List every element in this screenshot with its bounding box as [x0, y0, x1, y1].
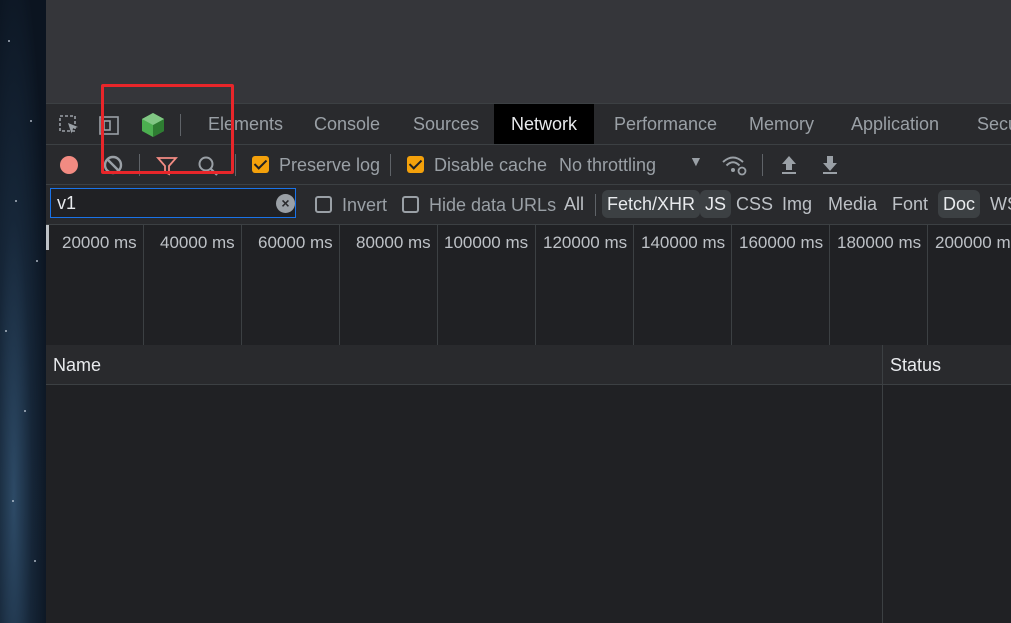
hide-data-urls-label: Hide data URLs — [429, 195, 557, 215]
toolbar-separator — [595, 194, 596, 216]
element-picker-icon[interactable] — [58, 114, 80, 136]
preserve-log-label: Preserve log — [279, 155, 381, 175]
timeline-tick — [437, 225, 438, 345]
timeline-tick — [143, 225, 144, 345]
type-filter-doc[interactable]: Doc — [938, 190, 981, 218]
tab-security[interactable]: Secu — [960, 104, 1011, 144]
toolbar-separator — [390, 154, 391, 176]
clear-filter-icon[interactable]: × — [276, 194, 295, 213]
hide-data-urls-checkbox[interactable] — [402, 196, 419, 213]
timeline-tick-label: 200000 m — [935, 233, 1011, 252]
toolbar-separator — [762, 154, 763, 176]
timeline-tick-label: 20000 ms — [62, 233, 137, 252]
tab-sources[interactable]: Sources — [396, 104, 496, 144]
type-filter-img[interactable]: Img — [777, 190, 817, 218]
timeline-tick-label: 140000 ms — [641, 233, 726, 252]
annotation-highlight-box — [101, 84, 234, 174]
timeline-tick-label: 100000 ms — [444, 233, 529, 252]
network-overview-timeline[interactable]: 20000 ms 40000 ms 60000 ms 80000 ms 1000… — [46, 225, 1011, 346]
timeline-tick — [927, 225, 928, 345]
timeline-start-marker — [46, 225, 49, 250]
network-filter-bar: × Invert Hide data URLs All Fetch/XHR JS… — [46, 185, 1011, 225]
type-filter-js[interactable]: JS — [700, 190, 732, 218]
tab-application[interactable]: Application — [834, 104, 956, 144]
record-icon[interactable] — [58, 154, 80, 176]
disable-cache-label: Disable cache — [434, 155, 548, 175]
timeline-tick-label: 40000 ms — [160, 233, 235, 252]
timeline-tick-label: 160000 ms — [739, 233, 824, 252]
timeline-tick — [731, 225, 732, 345]
type-filter-media[interactable]: Media — [823, 190, 882, 218]
invert-checkbox[interactable] — [315, 196, 332, 213]
import-har-icon[interactable] — [778, 154, 800, 176]
export-har-icon[interactable] — [819, 154, 841, 176]
tab-network[interactable]: Network — [494, 104, 595, 144]
network-conditions-icon[interactable] — [721, 153, 747, 176]
type-filter-font[interactable]: Font — [887, 190, 933, 218]
desktop-background — [0, 0, 46, 623]
type-filter-ws[interactable]: WS — [985, 190, 1011, 218]
requests-table-header: Name Status — [46, 345, 1011, 385]
column-status[interactable]: Status — [890, 355, 941, 376]
type-filter-css[interactable]: CSS — [731, 190, 778, 218]
timeline-tick — [829, 225, 830, 345]
devtools-panel: Elements Console Sources Network Perform… — [46, 103, 1011, 623]
disable-cache-checkbox[interactable] — [407, 156, 424, 173]
type-filter-all[interactable]: All — [559, 190, 589, 218]
chevron-down-icon[interactable]: ▼ — [689, 153, 703, 169]
throttling-select[interactable]: No throttling — [559, 155, 656, 176]
timeline-tick — [339, 225, 340, 345]
requests-table-body — [46, 385, 1011, 623]
invert-label: Invert — [342, 195, 388, 215]
timeline-tick-label: 120000 ms — [543, 233, 628, 252]
timeline-tick — [633, 225, 634, 345]
timeline-tick — [535, 225, 536, 345]
column-name[interactable]: Name — [53, 355, 101, 376]
tab-memory[interactable]: Memory — [732, 104, 831, 144]
tab-performance[interactable]: Performance — [597, 104, 734, 144]
toolbar-separator — [235, 154, 236, 176]
type-filter-fetch-xhr[interactable]: Fetch/XHR — [602, 190, 701, 218]
tab-console[interactable]: Console — [297, 104, 397, 144]
timeline-tick-label: 60000 ms — [258, 233, 333, 252]
timeline-tick — [241, 225, 242, 345]
filter-input[interactable] — [50, 188, 296, 218]
timeline-tick-label: 80000 ms — [356, 233, 431, 252]
timeline-tick-label: 180000 ms — [837, 233, 922, 252]
preserve-log-checkbox[interactable] — [252, 156, 269, 173]
